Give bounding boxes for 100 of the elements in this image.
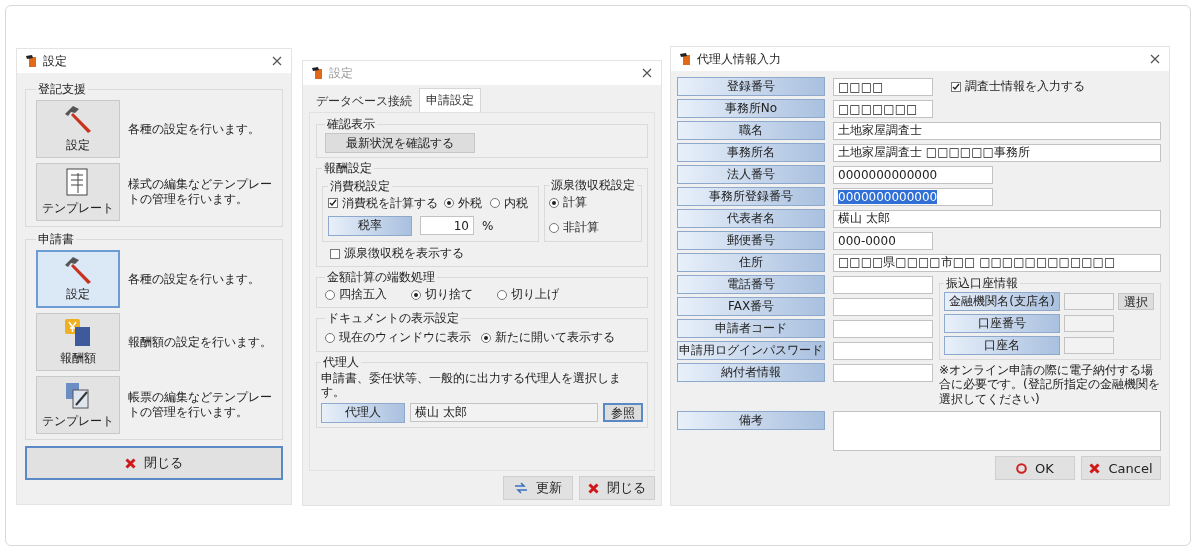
document-icon — [65, 167, 91, 197]
radio-option[interactable]: 非計算 — [549, 219, 637, 236]
group-label: 申請書 — [37, 231, 75, 248]
text-field[interactable]: 000-0000 — [833, 231, 933, 250]
tab[interactable]: 申請設定 — [419, 88, 481, 112]
tab[interactable]: データベース接続 — [309, 90, 419, 112]
text-field[interactable] — [833, 363, 933, 382]
radio-button[interactable] — [490, 198, 500, 208]
field-label-button[interactable]: 法人番号 — [677, 165, 825, 184]
close-button[interactable] — [641, 67, 653, 79]
radio-button[interactable] — [411, 289, 421, 300]
field-label-button[interactable]: 金融機関名(支店名) — [944, 292, 1060, 311]
close-button[interactable] — [271, 55, 283, 67]
group-label: 振込口座情報 — [945, 275, 1019, 292]
checkbox-option[interactable]: 源泉徴収税を表示する — [330, 245, 464, 262]
radio-option[interactable]: 外税 — [444, 194, 482, 212]
field-label-button[interactable]: 申請者コード — [677, 319, 825, 338]
close-icon — [125, 457, 136, 469]
text-field[interactable] — [833, 319, 933, 338]
radio-button[interactable] — [549, 222, 559, 233]
ok-icon — [1016, 462, 1028, 474]
field-label-button[interactable]: 納付者情報 — [677, 363, 825, 382]
field-label-button[interactable]: 代表者名 — [677, 209, 825, 228]
browse-button[interactable]: 参照 — [603, 403, 643, 423]
radio-option[interactable]: 四捨五入 — [325, 286, 387, 303]
radio-option[interactable]: 現在のウィンドウに表示 — [325, 329, 471, 346]
tax-rate-button[interactable]: 税率 — [328, 215, 412, 236]
text-field[interactable]: 土地家屋調査士 — [833, 121, 1161, 140]
field-label-button[interactable]: 住所 — [677, 253, 825, 272]
menu-button[interactable]: テンプレート — [36, 163, 120, 221]
check-status-button[interactable]: 最新状況を確認する — [325, 133, 475, 153]
app-icon — [679, 52, 691, 66]
field-label-button[interactable]: 登録番号 — [677, 77, 825, 96]
text-field[interactable] — [1064, 315, 1114, 332]
close-icon — [588, 482, 599, 494]
agent-field[interactable]: 横山 太郎 — [410, 403, 598, 423]
close-button[interactable] — [1149, 53, 1161, 65]
text-field[interactable] — [1064, 337, 1114, 354]
field-label-button[interactable]: 口座番号 — [944, 314, 1060, 333]
field-label-button[interactable]: FAX番号 — [677, 297, 825, 316]
remarks-field[interactable] — [833, 411, 1161, 452]
agent-button[interactable]: 代理人 — [321, 402, 405, 423]
radio-button[interactable] — [325, 332, 335, 343]
select-button[interactable]: 選択 — [1118, 293, 1154, 310]
field-label-button[interactable]: 職名 — [677, 121, 825, 140]
radio-option[interactable]: 切り捨て — [411, 286, 473, 303]
menu-description: 各種の設定を行います。 — [128, 271, 261, 287]
menu-description: 報酬額の設定を行います。 — [128, 334, 273, 350]
radio-option[interactable]: 新たに開いて表示する — [481, 329, 615, 346]
field-label-button[interactable]: 事務所No — [677, 99, 825, 118]
close-dialog-button[interactable]: 閉じる — [579, 476, 655, 500]
text-field[interactable] — [833, 297, 933, 316]
group-label: ドキュメントの表示設定 — [326, 310, 460, 327]
update-button[interactable]: 更新 — [503, 476, 573, 500]
field-label-button[interactable]: 備考 — [677, 411, 825, 431]
radio-button[interactable] — [549, 197, 559, 208]
ok-button[interactable]: OK — [995, 456, 1075, 481]
text-field[interactable] — [833, 341, 933, 360]
checkbox[interactable] — [330, 248, 340, 259]
close-dialog-button[interactable]: 閉じる — [25, 446, 283, 480]
field-value: □□□□ — [838, 79, 884, 94]
tax-rate-field[interactable]: 10 — [420, 216, 474, 235]
text-field[interactable]: 0000000000000 — [833, 165, 993, 184]
field-label-button[interactable]: 事務所登録番号 — [677, 187, 825, 206]
text-field[interactable]: 横山 太郎 — [833, 209, 1161, 228]
field-value: 土地家屋調査士 □□□□□□事務所 — [838, 144, 1030, 161]
text-field[interactable]: 0000000000000 — [833, 187, 993, 206]
percent-unit: % — [482, 218, 494, 233]
text-field[interactable]: □□□□ — [833, 77, 933, 96]
checkbox[interactable] — [328, 198, 338, 208]
menu-button[interactable]: 設定 — [36, 100, 120, 158]
text-field[interactable]: 土地家屋調査士 □□□□□□事務所 — [833, 143, 1161, 162]
radio-button[interactable] — [497, 289, 507, 300]
radio-option[interactable]: 切り上げ — [497, 286, 559, 303]
checkbox[interactable] — [951, 81, 961, 92]
checkbox-option[interactable]: 消費税を計算する — [328, 194, 438, 212]
field-label-button[interactable]: 郵便番号 — [677, 231, 825, 250]
radio-button[interactable] — [325, 289, 335, 300]
checkbox-option[interactable]: 調査士情報を入力する — [951, 78, 1085, 95]
group-label: 消費税設定 — [329, 177, 391, 195]
text-field[interactable]: □□□□□□□ — [833, 99, 933, 118]
field-label-button[interactable]: 申請用ログインパスワード — [677, 341, 825, 360]
text-field[interactable]: □□□□県□□□□市□□ □□□□□□□□□□□□ — [833, 253, 1161, 272]
app-icon — [311, 66, 323, 80]
radio-option[interactable]: 計算 — [549, 194, 637, 211]
window-title: 設定 — [43, 52, 68, 70]
agent-description: 申請書、委任状等、一般的に出力する代理人を選択します。 — [321, 371, 622, 400]
field-label-button[interactable]: 口座名 — [944, 336, 1060, 355]
text-field[interactable] — [1064, 293, 1114, 310]
field-label-button[interactable]: 事務所名 — [677, 143, 825, 162]
menu-button[interactable]: テンプレート — [36, 376, 120, 434]
menu-button[interactable]: 報酬額 — [36, 313, 120, 371]
radio-button[interactable] — [481, 332, 491, 343]
radio-button[interactable] — [444, 198, 454, 208]
cancel-icon — [1089, 462, 1101, 474]
text-field[interactable] — [833, 275, 933, 294]
menu-button[interactable]: 設定 — [36, 250, 120, 308]
radio-option[interactable]: 内税 — [490, 194, 528, 212]
field-label-button[interactable]: 電話番号 — [677, 275, 825, 294]
cancel-button[interactable]: Cancel — [1081, 456, 1161, 481]
